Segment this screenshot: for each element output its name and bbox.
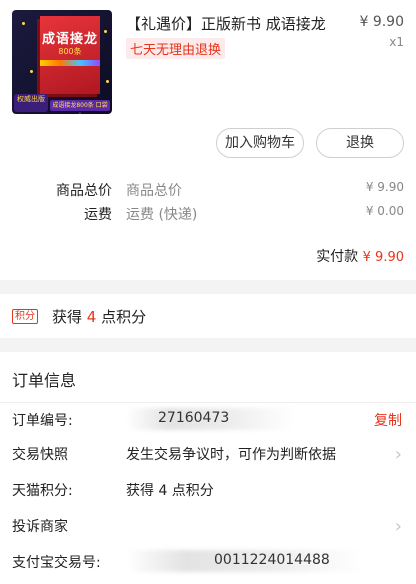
order-number-label: 订单编号: xyxy=(12,413,73,429)
return-policy-badge: 七天无理由退换 xyxy=(126,38,226,59)
complain-merchant-label[interactable]: 投诉商家 xyxy=(12,516,68,536)
snapshot-value[interactable]: 发生交易争议时，可作为判断依据 xyxy=(126,444,336,464)
publisher-badge: 权威出版 xyxy=(14,94,48,112)
goods-total-label: 商品总价 xyxy=(56,183,112,199)
divider xyxy=(0,402,416,403)
sparkle-icon xyxy=(30,70,33,73)
product-quantity: x1 xyxy=(389,35,404,49)
book-cover-title: 成语接龙 xyxy=(42,32,99,47)
product-thumbnail[interactable]: 成语接龙 800条 权威出版 成语接龙800条 口袋本 xyxy=(12,10,112,114)
book-cover-subtitle: 800条 xyxy=(58,47,82,56)
tmall-points-value: 获得 4 点积分 xyxy=(126,483,214,499)
paid-total: 实付款 ¥ 9.90 xyxy=(316,246,404,266)
book-cover-stripe xyxy=(40,60,100,66)
points-count: 4 xyxy=(86,308,97,326)
alipay-trade-no-label: 支付宝交易号: xyxy=(12,555,101,571)
shipping-label: 运费 xyxy=(84,207,112,223)
copy-order-number-button[interactable]: 复制 xyxy=(374,410,402,430)
book-cover: 成语接龙 800条 xyxy=(40,16,100,94)
chevron-right-icon[interactable]: › xyxy=(395,516,402,537)
points-card: 积分 获得 4 点积分 xyxy=(0,294,416,338)
sparkle-icon xyxy=(22,22,25,25)
sparkle-icon xyxy=(106,80,109,83)
snapshot-label[interactable]: 交易快照 xyxy=(12,444,68,464)
order-number-value: 27160473 xyxy=(158,410,230,426)
goods-total-value: 商品总价 xyxy=(126,183,182,199)
points-prefix: 获得 xyxy=(52,308,83,326)
goods-total-amount: ¥ 9.90 xyxy=(365,180,404,194)
chevron-right-icon[interactable]: › xyxy=(395,444,402,465)
product-price: ¥ 9.90 xyxy=(359,14,404,30)
points-text: 获得 4 点积分 xyxy=(52,306,146,327)
paid-total-label: 实付款 xyxy=(316,249,359,265)
alipay-trade-no-value: 0011224014488 xyxy=(214,552,330,568)
refund-button[interactable]: 退换 xyxy=(316,128,404,158)
product-title[interactable]: 【礼遇价】正版新书 成语接龙 xyxy=(126,13,326,34)
tmall-points-label: 天猫积分: xyxy=(12,483,73,499)
order-info-card: 订单信息 订单编号: 27160473 复制 交易快照 发生交易争议时，可作为判… xyxy=(0,352,416,584)
points-tag: 积分 xyxy=(12,309,38,324)
sparkle-icon xyxy=(104,30,107,33)
paid-total-amount: ¥ 9.90 xyxy=(362,250,404,265)
product-card: 成语接龙 800条 权威出版 成语接龙800条 口袋本 【礼遇价】正版新书 成语… xyxy=(0,0,416,280)
add-to-cart-button[interactable]: 加入购物车 xyxy=(216,128,304,158)
order-info-title: 订单信息 xyxy=(12,371,77,390)
shipping-value: 运费 (快递) xyxy=(126,207,198,223)
shipping-amount: ¥ 0.00 xyxy=(365,204,404,218)
points-suffix: 点积分 xyxy=(101,308,147,326)
cover-tagline: 成语接龙800条 口袋本 xyxy=(50,100,110,114)
